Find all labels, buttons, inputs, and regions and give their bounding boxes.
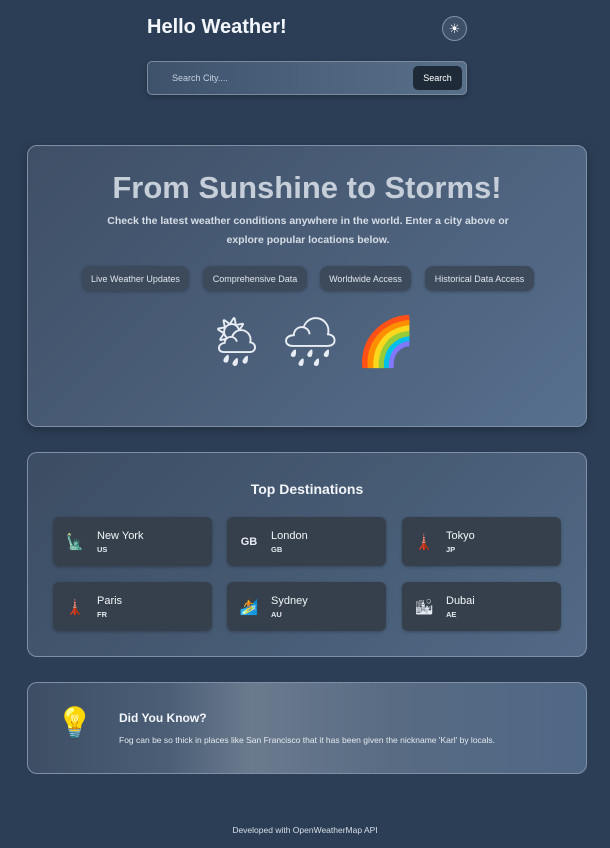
country-code: AE — [446, 610, 457, 619]
search-button[interactable]: Search — [413, 66, 462, 90]
sun-behind-cloud-icon: 🌦 — [206, 314, 267, 370]
destination-card-dubai[interactable]: 🏙 Dubai AE — [402, 582, 561, 631]
statue-of-liberty-icon: 🗽 — [65, 533, 85, 551]
fact-title: Did You Know? — [119, 711, 207, 725]
feature-chip-historical-data: Historical Data Access — [425, 266, 534, 291]
search-input[interactable] — [164, 67, 409, 89]
destination-card-new-york[interactable]: 🗽 New York US — [53, 517, 212, 566]
country-code: AU — [271, 610, 282, 619]
hero-section: From Sunshine to Storms! Check the lates… — [27, 145, 587, 427]
footer-credit: Developed with OpenWeatherMap API — [232, 825, 378, 835]
tokyo-tower-icon: 🗼 — [414, 533, 434, 551]
theme-toggle-button[interactable]: ☀ — [442, 16, 467, 41]
eiffel-tower-icon: 🗼 — [65, 598, 85, 616]
destination-card-paris[interactable]: 🗼 Paris FR — [53, 582, 212, 631]
country-code: FR — [97, 610, 107, 619]
feature-chip-comprehensive-data: Comprehensive Data — [203, 266, 307, 291]
hero-title: From Sunshine to Storms! — [112, 170, 502, 205]
sun-icon: ☀ — [448, 21, 461, 36]
destination-name: Sydney — [271, 595, 308, 607]
destination-name: Tokyo — [446, 530, 475, 542]
destination-name: Paris — [97, 595, 123, 607]
destination-card-sydney[interactable]: 🏄 Sydney AU — [227, 582, 386, 631]
app-title: Hello Weather! — [147, 16, 287, 38]
hero-description: Check the latest weather conditions anyw… — [107, 215, 509, 246]
rainbow-icon: 🌈 — [356, 314, 416, 370]
country-code: JP — [446, 545, 456, 554]
feature-chip-worldwide-access: Worldwide Access — [320, 266, 411, 291]
destination-card-tokyo[interactable]: 🗼 Tokyo JP — [402, 517, 561, 566]
destination-name: Dubai — [446, 595, 475, 607]
feature-chip-live-updates: Live Weather Updates — [82, 266, 189, 291]
top-destinations-section: Top Destinations 🗽 New York US GB London… — [27, 452, 587, 657]
gb-text-icon: GB — [240, 536, 258, 548]
destination-name: New York — [97, 530, 144, 542]
rain-cloud-icon: 🌧 — [280, 314, 341, 370]
destination-name: London — [271, 530, 308, 542]
light-bulb-icon: 💡 — [56, 706, 94, 741]
country-code: US — [97, 545, 108, 554]
header: Hello Weather! ☀ — [0, 0, 610, 50]
city-skyline-icon: 🏙 — [414, 598, 434, 616]
search-bar: Search — [147, 61, 467, 95]
surfer-icon: 🏄 — [239, 598, 259, 616]
footer: Developed with OpenWeatherMap API — [0, 825, 610, 835]
fact-text: Fog can be so thick in places like San F… — [119, 735, 496, 745]
country-code: GB — [271, 545, 283, 554]
section-title: Top Destinations — [250, 481, 364, 497]
did-you-know-card: 💡 Did You Know? Fog can be so thick in p… — [27, 682, 587, 774]
destination-card-london[interactable]: GB London GB — [227, 517, 386, 566]
